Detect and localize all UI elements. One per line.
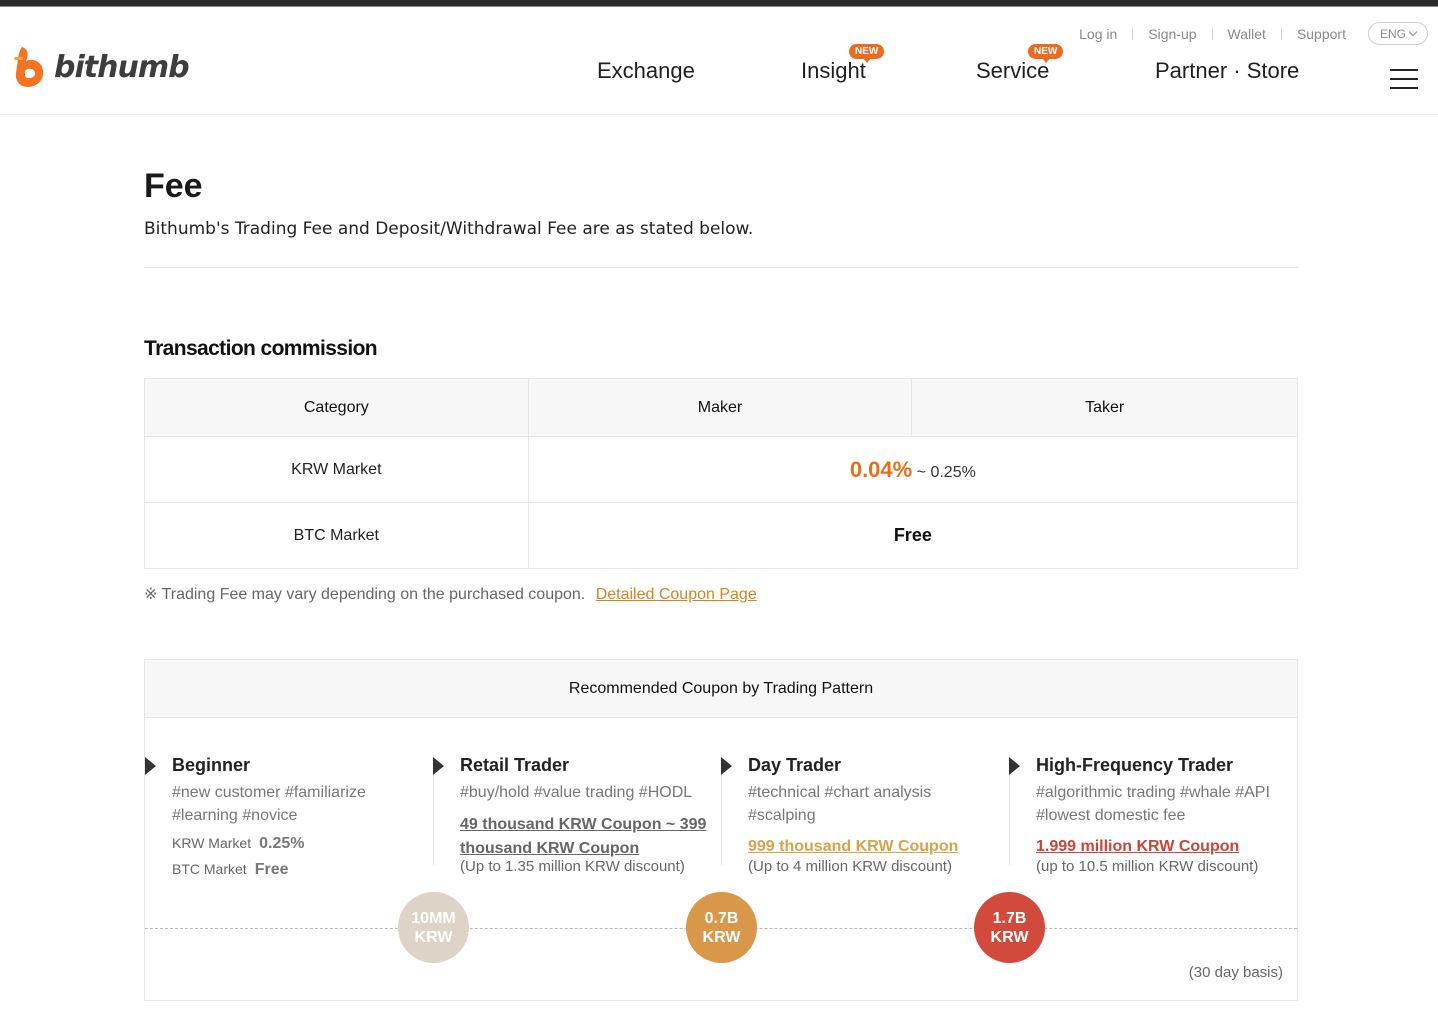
coupon-link[interactable]: 999 thousand KRW Coupon [748,835,958,859]
table-row: KRW Market 0.04% ~ 0.25% [144,436,1299,503]
column-header: Taker [911,378,1298,437]
nav-partner-store[interactable]: Partner · Store [1155,58,1299,84]
nav-label: Service [976,58,1050,83]
market-label: BTC Market [172,861,247,877]
coupon-recommendation: Recommended Coupon by Trading Pattern Be… [144,659,1298,1001]
btc-market-line: BTC Market Free [172,861,288,879]
language-selector[interactable]: ENG [1367,22,1428,45]
main-nav: Exchange Insight NEW Service NEW Partner… [0,44,1438,92]
page-description: Bithumb's Trading Fee and Deposit/Withdr… [144,219,754,239]
threshold-amount: 1.7B [992,909,1027,927]
threshold-amount: 0.7B [704,909,739,927]
menu-icon[interactable] [1390,69,1418,89]
discount-note: (up to 10.5 million KRW discount) [1036,858,1259,875]
market-label: KRW Market [172,835,252,851]
category-cell: KRW Market [144,436,529,503]
nav-exchange[interactable]: Exchange [597,58,695,84]
coupon-link[interactable]: 1.999 million KRW Coupon [1036,835,1239,859]
divider [1211,27,1213,40]
threshold-unit: KRW [990,928,1029,946]
pattern-tags: #buy/hold #value trading #HODL [460,784,693,801]
site-header: bithumb Log in Sign-up Wallet Support EN… [0,7,1438,115]
threshold-badge: 10MM KRW [398,892,469,963]
support-link[interactable]: Support [1297,26,1346,42]
pattern-tags: #new customer #familiarize #learning #no… [172,784,366,824]
discount-note: (Up to 4 million KRW discount) [748,858,952,875]
discount-note: (Up to 1.35 million KRW discount) [460,858,685,875]
fee-free: Free [893,525,932,545]
table-row: BTC Market Free [144,502,1299,569]
new-badge: NEW [849,44,885,63]
column-header: Maker [527,378,913,437]
threshold-badge: 1.7B KRW [974,892,1045,963]
chevron-down-icon [1408,27,1418,36]
fee-table: Category Maker Taker KRW Market 0.04% ~ … [144,378,1299,569]
divider [1280,27,1282,40]
fee-rate-highlight: 0.04% [849,456,913,482]
wallet-link[interactable]: Wallet [1228,26,1266,42]
pattern-title: High-Frequency Trader [1036,755,1234,775]
krw-market-line: KRW Market 0.25% [172,835,304,853]
note-text: ※ Trading Fee may vary depending on the … [144,586,586,603]
pattern-tags: #algorithmic trading #whale #API #lowest… [1036,784,1270,824]
market-value: 0.25% [259,835,305,852]
fee-cell: 0.04% ~ 0.25% [527,436,1299,503]
threshold-badge: 0.7B KRW [686,892,757,963]
basis-note: (30 day basis) [1188,964,1283,981]
coupon-note: ※ Trading Fee may vary depending on the … [144,584,757,604]
top-accent-bar [0,0,1438,7]
column-header: Category [144,378,529,437]
language-label: ENG [1379,26,1406,41]
caret-right-icon [433,757,444,775]
pattern-tags: #technical #chart analysis #scalping [748,784,932,824]
nav-label: Partner · Store [1155,58,1300,83]
page-title: Fee [144,167,203,205]
table-header-row: Category Maker Taker [144,378,1298,437]
nav-label: Insight [801,58,866,83]
new-badge: NEW [1028,44,1064,63]
signup-link[interactable]: Sign-up [1148,26,1196,42]
login-link[interactable]: Log in [1079,26,1117,42]
utility-links: Log in Sign-up Wallet Support ENG [1079,22,1428,45]
category-cell: BTC Market [144,502,529,569]
fee-rate-range: ~ 0.25% [916,463,976,481]
fee-cell: Free [527,502,1299,569]
nav-insight[interactable]: Insight NEW [801,44,885,84]
threshold-amount: 10MM [411,909,456,927]
coupon-page-link[interactable]: Detailed Coupon Page [596,586,757,603]
pattern-title: Retail Trader [460,755,570,775]
nav-service[interactable]: Service NEW [976,44,1064,84]
threshold-unit: KRW [414,928,453,946]
market-value: Free [254,861,289,878]
caret-right-icon [145,757,156,775]
pattern-title: Day Trader [748,755,842,775]
threshold-unit: KRW [702,928,741,946]
caret-right-icon [1009,757,1020,775]
pattern-title: Beginner [172,755,251,775]
coupon-link[interactable]: 49 thousand KRW Coupon ~ 399 thousand KR… [460,813,720,861]
caret-right-icon [721,757,732,775]
coupon-section-title: Recommended Coupon by Trading Pattern [145,660,1297,718]
nav-label: Exchange [597,58,695,83]
section-divider [144,267,1298,268]
divider [1132,27,1134,40]
transaction-commission-title: Transaction commission [144,337,378,360]
